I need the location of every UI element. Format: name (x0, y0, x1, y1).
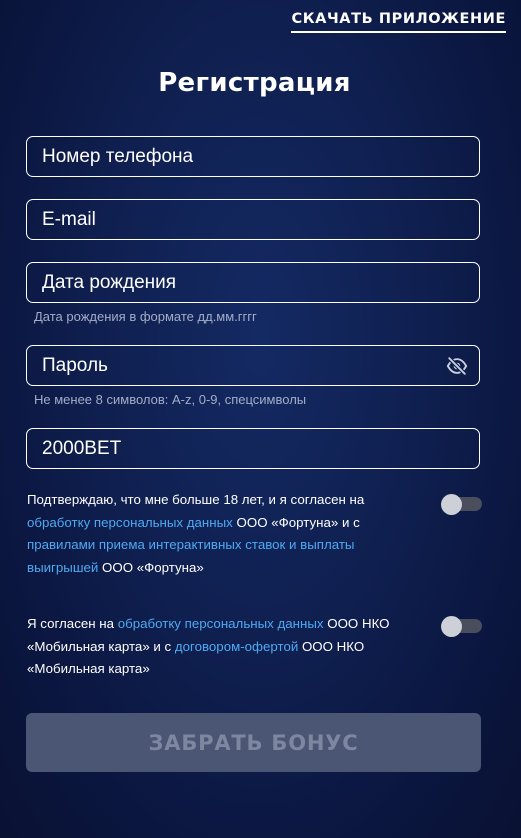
consent1-text-1: Подтверждаю, что мне больше 18 лет, и я … (27, 492, 365, 507)
password-input[interactable] (27, 346, 479, 385)
consent1-personal-data-link[interactable]: обработку персональных данных (27, 515, 233, 530)
birthdate-field (26, 262, 480, 303)
claim-bonus-button[interactable]: ЗАБРАТЬ БОНУС (26, 713, 481, 772)
birthdate-input[interactable] (27, 263, 479, 302)
download-app-link[interactable]: СКАЧАТЬ ПРИЛОЖЕНИЕ (291, 11, 506, 33)
eye-off-icon[interactable] (446, 355, 468, 377)
consent1-text-3: ООО «Фортуна» (98, 559, 204, 575)
birthdate-hint: Дата рождения в формате дд.мм.гггг (34, 309, 257, 324)
toggle-knob (441, 494, 462, 515)
password-field (26, 345, 480, 386)
offer-agreement-link[interactable]: договором-офертой (175, 639, 298, 654)
password-hint: Не менее 8 символов: A-z, 0-9, спецсимво… (34, 392, 307, 407)
phone-input[interactable] (27, 137, 479, 176)
card-consent-toggle[interactable] (441, 616, 482, 637)
promo-field (26, 428, 480, 469)
age-consent-text: Подтверждаю, что мне больше 18 лет, и я … (27, 489, 427, 579)
age-consent-toggle[interactable] (441, 494, 482, 515)
email-field (26, 199, 480, 240)
card-consent-text: Я согласен на обработку персональных дан… (27, 613, 427, 681)
page-title: Регистрация (158, 68, 351, 98)
consent1-text-2: ООО «Фортуна» и с (232, 514, 360, 530)
consent2-personal-data-link[interactable]: обработку персональных данных (118, 616, 324, 631)
consent2-text-1: Я согласен на (27, 616, 118, 631)
promo-code-input[interactable] (27, 429, 479, 468)
phone-field (26, 136, 480, 177)
email-input[interactable] (27, 200, 479, 239)
toggle-knob (441, 616, 462, 637)
